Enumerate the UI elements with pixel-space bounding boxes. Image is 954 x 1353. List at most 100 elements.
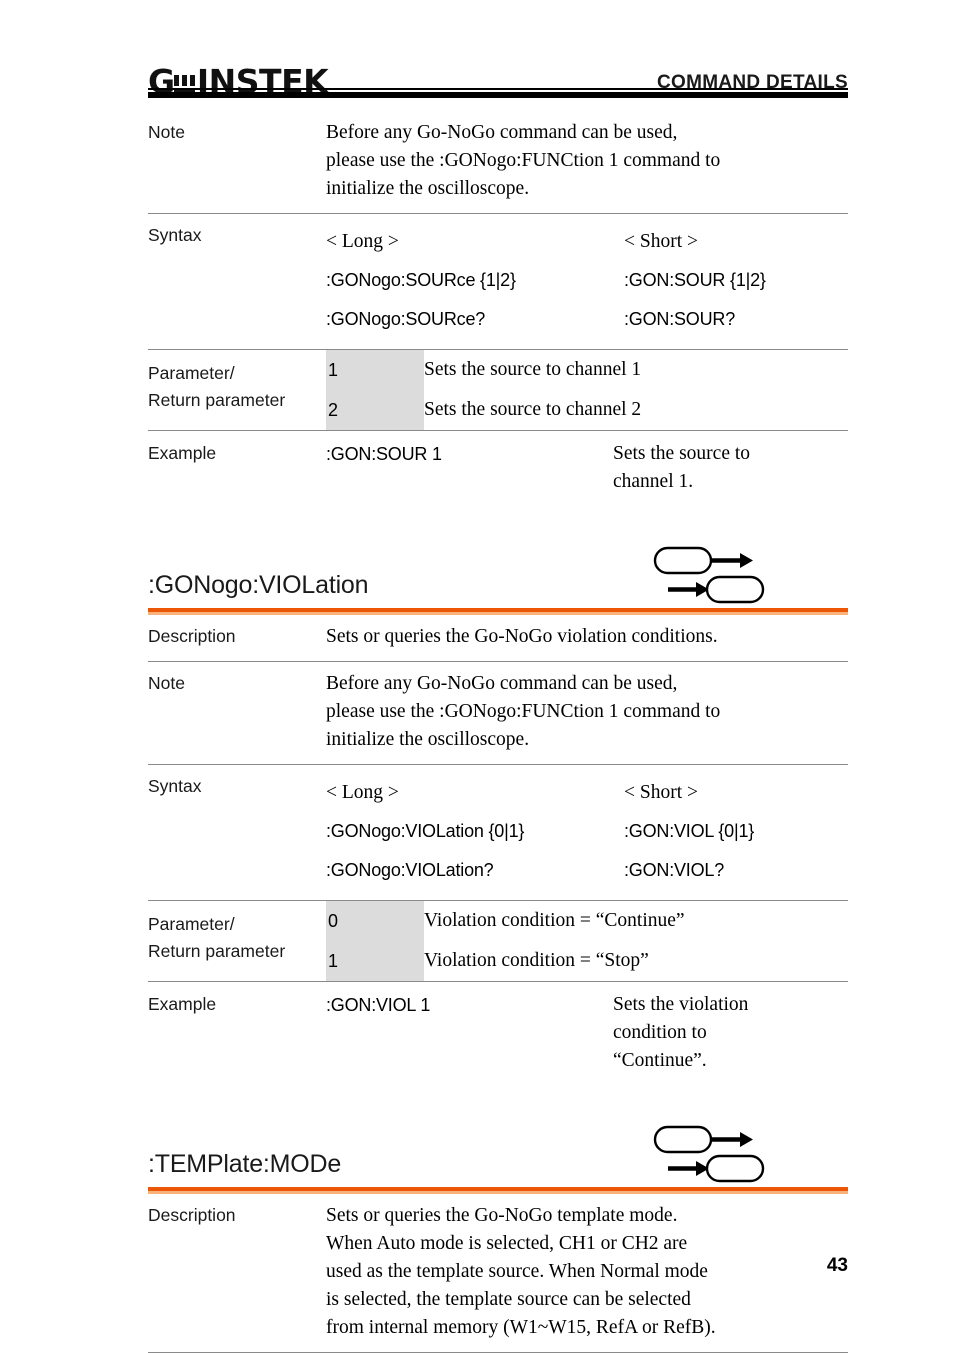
page-footer: 43 [148,1255,848,1277]
section-title: :GONogo:VIOLation [148,571,369,599]
example-description-line: channel 1. [613,471,694,492]
row-label-syntax: Syntax [148,225,202,245]
command-type-icons [650,1123,770,1185]
description-line: Sets or queries the Go-NoGo template mod… [326,1205,678,1226]
syntax-long-header: < Long > [326,231,399,252]
command-type-icons [650,544,770,606]
syntax-short-command: :GON:VIOL {0|1} [624,821,755,841]
note-line: initialize the oscilloscope. [326,729,530,750]
parameter-value-list: 1 Sets the source to channel 1 2 Sets th… [326,350,848,430]
logo-w-mark-icon [173,73,196,94]
syntax-long-command: :GONogo:SOURce? [326,309,486,329]
description-line: is selected, the template source can be … [326,1289,691,1310]
example-command: :GON:SOUR 1 [326,444,442,464]
table-row-description: Description Sets or queries the Go-NoGo … [148,614,848,661]
note-line: Before any Go-NoGo command can be used, [326,673,678,694]
syntax-long-command: :GONogo:VIOLation {0|1} [326,821,525,841]
row-label-note: Note [148,673,185,693]
example-description: Sets the source to channel 1. [613,440,848,496]
example-description-line: “Continue”. [613,1050,707,1071]
syntax-short-command: :GON:VIOL? [624,860,725,880]
parameter-value: 1 [328,360,339,380]
description-text: Sets or queries the Go-NoGo violation co… [326,626,718,647]
row-label-parameter: Parameter/ Return parameter [148,350,326,430]
row-label-syntax: Syntax [148,776,202,796]
set-command-icon [653,546,753,575]
row-label-parameter-line1: Parameter/ [148,914,235,934]
note-text: Before any Go-NoGo command can be used, … [326,119,848,203]
syntax-short-header: < Short > [624,782,699,803]
example-description-line: Sets the violation [613,994,749,1015]
syntax-long-header: < Long > [326,782,399,803]
parameter-description: Violation condition = “Stop” [424,950,649,971]
section-heading-violation: :GONogo:VIOLation [148,536,848,615]
syntax-grid: < Long > < Short > :GONogo:SOURce {1|2} … [326,222,848,339]
page-title: COMMAND DETAILS [657,72,848,93]
table-row-note: Note Before any Go-NoGo command can be u… [148,110,848,213]
table-row-parameter: Parameter/ Return parameter 1 Sets the s… [148,349,848,430]
row-label-example: Example [148,994,217,1014]
table-row-syntax: Syntax < Long > < Short > :GONogo:VIOLat… [148,764,848,900]
note-line: Before any Go-NoGo command can be used, [326,122,678,143]
parameter-description: Sets the source to channel 2 [424,399,642,420]
parameter-description: Sets the source to channel 1 [424,359,642,380]
parameter-description: Violation condition = “Continue” [424,910,685,931]
row-label-description: Description [148,626,236,646]
parameter-item: 0 Violation condition = “Continue” [326,901,848,941]
example-description-line: condition to [613,1022,707,1043]
parameter-item: 1 Sets the source to channel 1 [326,350,848,390]
table-row-syntax: Syntax < Long > < Short > :GONogo:SOURce… [148,213,848,349]
example-description: Sets the violation condition to “Continu… [613,991,848,1075]
table-row-note: Note Before any Go-NoGo command can be u… [148,661,848,764]
syntax-long-command: :GONogo:SOURce {1|2} [326,270,516,290]
header-rule-thick [148,92,848,98]
syntax-long-command: :GONogo:VIOLation? [326,860,494,880]
note-line: please use the :GONogo:FUNCtion 1 comman… [326,150,721,171]
parameter-item: 1 Violation condition = “Stop” [326,941,848,981]
syntax-short-command: :GON:SOUR? [624,309,736,329]
query-command-icon [668,1154,765,1183]
description-line: from internal memory (W1~W15, RefA or Re… [326,1317,716,1338]
row-label-example: Example [148,443,217,463]
section-heading-template: :TEMPlate:MODe [148,1115,848,1194]
syntax-short-header: < Short > [624,231,699,252]
page-number: 43 [826,1255,848,1276]
command-block-template: :TEMPlate:MODe Description Sets or queri… [148,1115,848,1353]
note-line: initialize the oscilloscope. [326,178,530,199]
syntax-short-command: :GON:SOUR {1|2} [624,270,766,290]
note-text: Before any Go-NoGo command can be used, … [326,670,848,754]
table-row-example: Example :GON:VIOL 1 Sets the violation c… [148,981,848,1085]
command-block-source: Note Before any Go-NoGo command can be u… [148,110,848,506]
set-command-icon [653,1125,753,1154]
parameter-value: 0 [328,911,339,931]
syntax-line: :GONogo:SOURce? :GON:SOUR? [326,300,848,339]
note-line: please use the :GONogo:FUNCtion 1 comman… [326,701,721,722]
query-command-icon [668,575,765,604]
syntax-header-line: < Long > < Short > [326,222,848,261]
parameter-value: 2 [328,400,339,420]
example-description-line: Sets the source to [613,443,751,464]
command-block-violation: :GONogo:VIOLation Description Sets or qu… [148,536,848,1085]
row-label-parameter: Parameter/ Return parameter [148,901,326,981]
header-rule-thin [148,88,848,90]
row-label-parameter-line1: Parameter/ [148,363,235,383]
parameter-item: 2 Sets the source to channel 2 [326,390,848,430]
syntax-line: :GONogo:SOURce {1|2} :GON:SOUR {1|2} [326,261,848,300]
description-line: When Auto mode is selected, CH1 or CH2 a… [326,1233,688,1254]
row-label-parameter-line2: Return parameter [148,390,286,410]
parameter-value-list: 0 Violation condition = “Continue” 1 Vio… [326,901,848,981]
table-row-parameter: Parameter/ Return parameter 0 Violation … [148,900,848,981]
parameter-value: 1 [328,951,339,971]
syntax-grid: < Long > < Short > :GONogo:VIOLation {0|… [326,773,848,890]
row-label-note: Note [148,122,185,142]
document-page: G INSTEK COMMAND DETAILS Note Before any … [0,0,954,1353]
syntax-header-line: < Long > < Short > [326,773,848,812]
command-icons-svg [653,1125,765,1183]
page-content: Note Before any Go-NoGo command can be u… [148,110,848,1353]
row-label-parameter-line2: Return parameter [148,941,286,961]
section-title: :TEMPlate:MODe [148,1150,342,1178]
syntax-line: :GONogo:VIOLation? :GON:VIOL? [326,851,848,890]
table-row-example: Example :GON:SOUR 1 Sets the source to c… [148,430,848,506]
syntax-line: :GONogo:VIOLation {0|1} :GON:VIOL {0|1} [326,812,848,851]
command-icons-svg [653,546,765,604]
